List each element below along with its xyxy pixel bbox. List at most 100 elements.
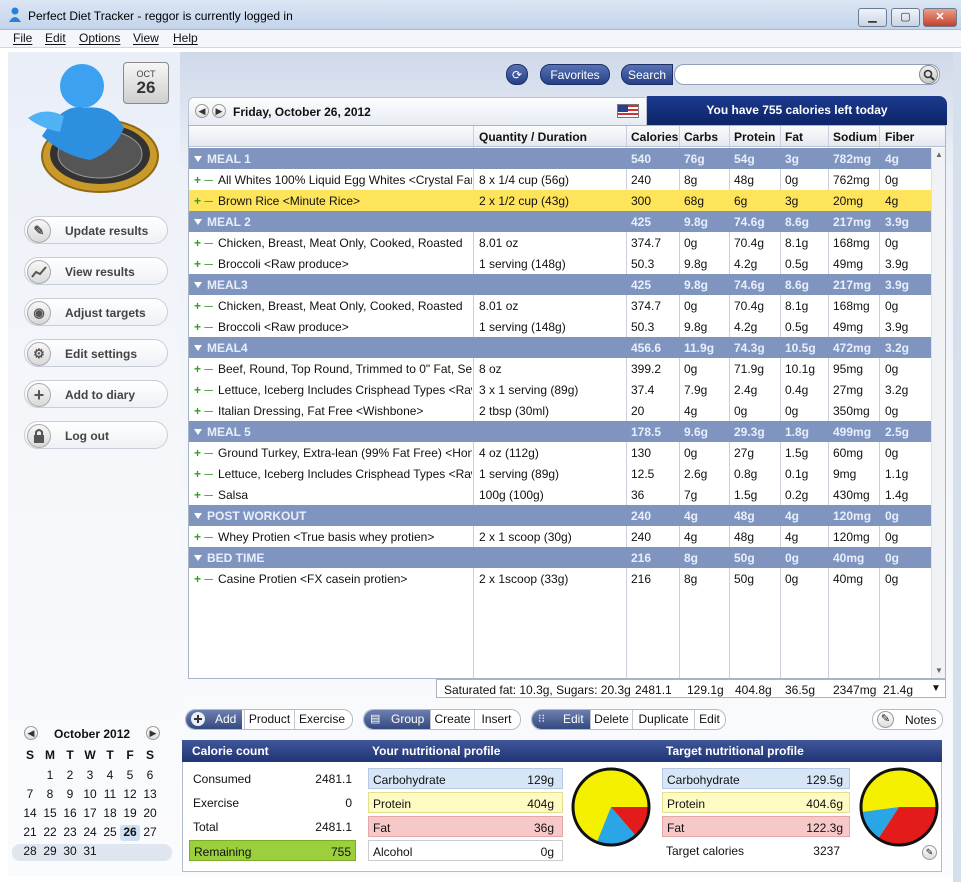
menu-edit[interactable]: Edit (45, 31, 66, 45)
adjust-targets-button[interactable]: ◉ Adjust targets (24, 298, 168, 326)
maximize-button[interactable]: ▢ (891, 8, 920, 27)
food-row[interactable]: + ─ Lettuce, Iceberg Includes Crisphead T… (189, 463, 931, 484)
plus-minus-icon[interactable]: + ─ (194, 530, 218, 544)
target-settings-icon[interactable]: ✎ (922, 845, 937, 860)
calendar-day[interactable]: 14 (20, 806, 40, 822)
meal-group-row[interactable]: MEAL 1 540 76g 54g 3g 782mg 4g (189, 148, 931, 169)
next-day-button[interactable]: ▶ (212, 104, 226, 118)
create-button[interactable]: Create (430, 710, 474, 729)
food-row[interactable]: + ─ Salsa 100g (100g) 36 7g 1.5g 0.2g 430mg 1.4g (189, 484, 931, 505)
plus-minus-icon[interactable]: + ─ (194, 236, 218, 250)
plus-minus-icon[interactable]: + ─ (194, 173, 218, 187)
collapse-icon[interactable] (194, 345, 202, 351)
meal-group-row[interactable]: POST WORKOUT 240 4g 48g 4g 120mg 0g (189, 505, 931, 526)
edit2-button[interactable]: Edit (694, 710, 724, 729)
calendar-day[interactable]: 30 (60, 844, 80, 860)
calendar-day[interactable]: 25 (100, 825, 120, 841)
calendar-day[interactable]: 10 (80, 787, 100, 803)
calendar-day[interactable]: 24 (80, 825, 100, 841)
calendar-day[interactable]: 4 (100, 768, 120, 784)
calendar-day[interactable]: 28 (20, 844, 40, 860)
collapse-icon[interactable] (194, 282, 202, 288)
add-button[interactable]: Add (186, 710, 242, 729)
log-out-button[interactable]: Log out (24, 421, 168, 449)
calendar-day[interactable]: 9 (60, 787, 80, 803)
collapse-icon[interactable] (194, 219, 202, 225)
food-row[interactable]: + ─ Chicken, Breast, Meat Only, Cooked, R… (189, 232, 931, 253)
calendar-day[interactable]: 21 (20, 825, 40, 841)
duplicate-button[interactable]: Duplicate (632, 710, 694, 729)
food-row[interactable]: + ─ Ground Turkey, Extra-lean (99% Fat Fr… (189, 442, 931, 463)
menu-view[interactable]: View (133, 31, 159, 45)
calendar-day[interactable]: 27 (140, 825, 160, 841)
meal-group-row[interactable]: MEAL 2 425 9.8g 74.6g 8.6g 217mg 3.9g (189, 211, 931, 232)
calendar-day[interactable]: 7 (20, 787, 40, 803)
calendar-day[interactable]: 5 (120, 768, 140, 784)
product-button[interactable]: Product (244, 710, 294, 729)
plus-minus-icon[interactable]: + ─ (194, 383, 218, 397)
close-button[interactable]: ✕ (923, 8, 957, 27)
calendar-day[interactable]: 23 (60, 825, 80, 841)
collapse-icon[interactable] (194, 429, 202, 435)
view-results-button[interactable]: View results (24, 257, 168, 285)
exercise-button[interactable]: Exercise (294, 710, 349, 729)
food-row[interactable]: + ─ Casine Protien <FX casein protien> 2 x… (189, 568, 931, 589)
favorites-button[interactable]: Favorites (540, 64, 610, 85)
plus-minus-icon[interactable]: + ─ (194, 299, 218, 313)
plus-minus-icon[interactable]: + ─ (194, 446, 218, 460)
calendar-day[interactable]: 12 (120, 787, 140, 803)
food-row[interactable]: + ─ Whey Protien <True basis whey protien… (189, 526, 931, 547)
plus-minus-icon[interactable]: + ─ (194, 572, 218, 586)
search-input[interactable] (681, 68, 911, 82)
edit-button[interactable]: ⁝⁝ Edit (532, 710, 590, 729)
food-row[interactable]: + ─ Chicken, Breast, Meat Only, Cooked, R… (189, 295, 931, 316)
col-protein[interactable]: Protein (734, 130, 775, 144)
col-calories[interactable]: Calories (631, 130, 678, 144)
food-row[interactable]: + ─ All Whites 100% Liquid Egg Whites <Cr… (189, 169, 931, 190)
food-row[interactable]: + ─ Broccoli <Raw produce> 1 serving (148g… (189, 316, 931, 337)
group-button[interactable]: ▤ Group (364, 710, 430, 729)
calendar-day[interactable]: 22 (40, 825, 60, 841)
us-flag-icon[interactable] (617, 104, 639, 118)
insert-button[interactable]: Insert (474, 710, 518, 729)
search-icon[interactable] (919, 65, 938, 84)
calendar-day[interactable]: 11 (100, 787, 120, 803)
collapse-icon[interactable] (194, 513, 202, 519)
food-row[interactable]: + ─ Beef, Round, Top Round, Trimmed to 0"… (189, 358, 931, 379)
col-quantity[interactable]: Quantity / Duration (479, 130, 587, 144)
food-row[interactable]: + ─ Brown Rice <Minute Rice> 2 x 1/2 cup (… (189, 190, 931, 211)
calendar-day[interactable]: 16 (60, 806, 80, 822)
calendar-day[interactable]: 13 (140, 787, 160, 803)
vertical-scrollbar[interactable]: ▲ ▼ (931, 148, 945, 678)
col-carbs[interactable]: Carbs (684, 130, 718, 144)
meal-group-row[interactable]: MEAL3 425 9.8g 74.6g 8.6g 217mg 3.9g (189, 274, 931, 295)
scroll-bottom-icon[interactable]: ▼ (931, 683, 941, 694)
menu-help[interactable]: Help (173, 31, 198, 45)
food-row[interactable]: + ─ Lettuce, Iceberg Includes Crisphead T… (189, 379, 931, 400)
meal-group-row[interactable]: MEAL 5 178.5 9.6g 29.3g 1.8g 499mg 2.5g (189, 421, 931, 442)
calendar-day[interactable]: 31 (80, 844, 100, 860)
edit-settings-button[interactable]: ⚙ Edit settings (24, 339, 168, 367)
plus-minus-icon[interactable]: + ─ (194, 467, 218, 481)
notes-button[interactable]: ✎ Notes (872, 709, 943, 730)
plus-minus-icon[interactable]: + ─ (194, 404, 218, 418)
col-sodium[interactable]: Sodium (833, 130, 877, 144)
scroll-up-icon[interactable]: ▲ (935, 150, 943, 159)
food-row[interactable]: + ─ Broccoli <Raw produce> 1 serving (148g… (189, 253, 931, 274)
meal-group-row[interactable]: MEAL4 456.6 11.9g 74.3g 10.5g 472mg 3.2g (189, 337, 931, 358)
delete-button[interactable]: Delete (590, 710, 632, 729)
col-fat[interactable]: Fat (785, 130, 803, 144)
menu-options[interactable]: Options (79, 31, 120, 45)
calendar-day[interactable]: 15 (40, 806, 60, 822)
add-to-diary-button[interactable]: + Add to diary (24, 380, 168, 408)
calendar-day[interactable]: 3 (80, 768, 100, 784)
calendar-day[interactable]: 18 (100, 806, 120, 822)
collapse-icon[interactable] (194, 555, 202, 561)
plus-minus-icon[interactable]: + ─ (194, 257, 218, 271)
plus-minus-icon[interactable]: + ─ (194, 320, 218, 334)
calendar-day[interactable]: 8 (40, 787, 60, 803)
search-button[interactable]: Search (621, 64, 673, 85)
col-fiber[interactable]: Fiber (885, 130, 914, 144)
calendar-day[interactable]: 6 (140, 768, 160, 784)
calendar-day[interactable]: 29 (40, 844, 60, 860)
